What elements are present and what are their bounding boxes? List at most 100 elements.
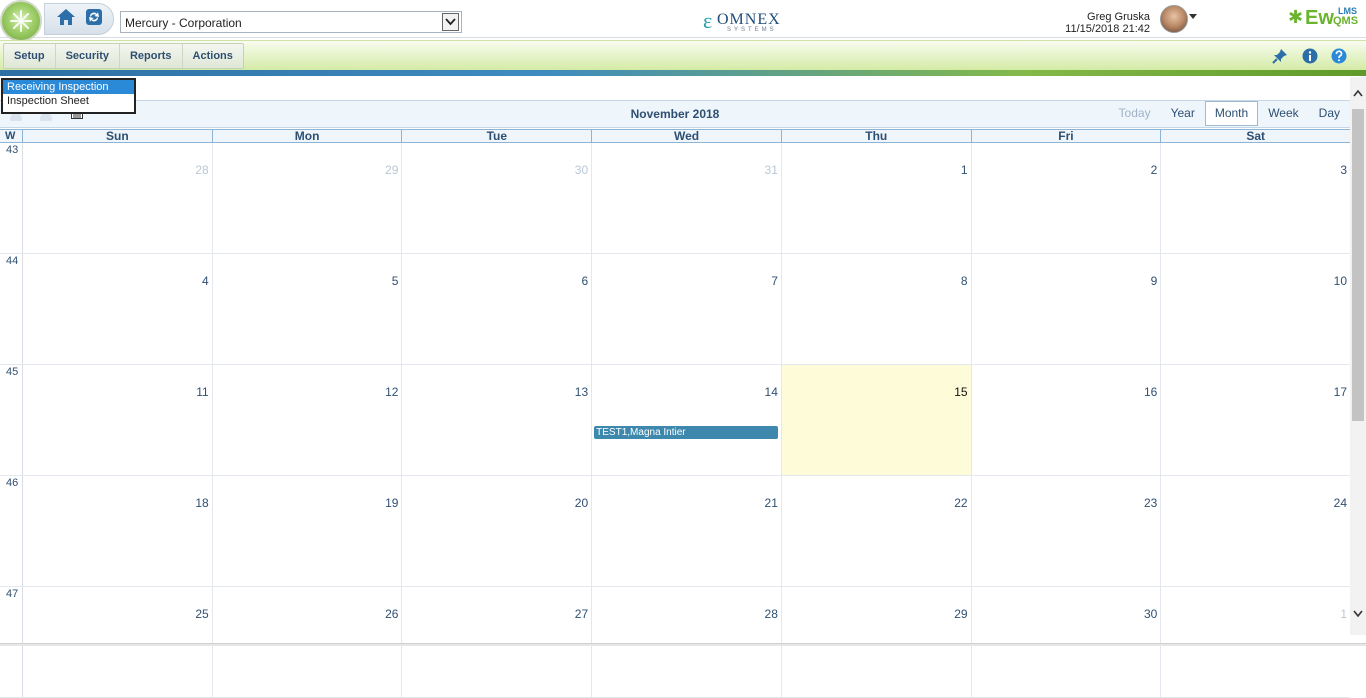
menu-reports[interactable]: Reports — [120, 44, 183, 68]
calendar-day-cell[interactable]: 24 — [1161, 476, 1350, 586]
day-number[interactable]: 17 — [1334, 385, 1347, 399]
calendar-day-cell[interactable]: 25 — [23, 587, 213, 697]
calendar-day-cell[interactable]: 12 — [213, 365, 403, 475]
inspection-type-dropdown-list[interactable]: Receiving Inspection Inspection Sheet — [1, 78, 136, 114]
menu-security[interactable]: Security — [56, 44, 120, 68]
day-number[interactable]: 13 — [575, 385, 588, 399]
day-number[interactable]: 24 — [1334, 496, 1347, 510]
calendar-day-cell[interactable]: 19 — [213, 476, 403, 586]
day-number[interactable]: 29 — [954, 607, 967, 621]
view-day-button[interactable]: Day — [1309, 101, 1350, 126]
calendar-day-cell[interactable]: 10 — [1161, 254, 1350, 364]
chevron-down-icon[interactable] — [442, 13, 459, 31]
calendar-day-cell[interactable]: 11 — [23, 365, 213, 475]
prev-month-icon[interactable] — [10, 113, 22, 121]
calendar-day-cell[interactable]: 20 — [402, 476, 593, 586]
day-number[interactable]: 29 — [385, 163, 398, 177]
organization-select[interactable]: Mercury - Corporation — [120, 11, 462, 33]
day-number[interactable]: 23 — [1144, 496, 1157, 510]
calendar-day-cell[interactable]: 1 — [782, 143, 972, 253]
info-icon[interactable] — [1302, 48, 1318, 64]
day-number[interactable]: 27 — [575, 607, 588, 621]
calendar-day-cell[interactable]: 16 — [972, 365, 1162, 475]
day-number[interactable]: 2 — [1151, 163, 1158, 177]
calendar-day-cell[interactable]: 22 — [782, 476, 972, 586]
calendar-day-cell[interactable]: 21 — [592, 476, 782, 586]
view-month-button[interactable]: Month — [1204, 101, 1259, 126]
day-number[interactable]: 18 — [195, 496, 208, 510]
avatar[interactable] — [1160, 5, 1188, 33]
day-number[interactable]: 6 — [581, 274, 588, 288]
menu-actions[interactable]: Actions — [183, 44, 243, 68]
calendar-day-cell[interactable]: 2 — [972, 143, 1162, 253]
calendar-day-cell[interactable]: 28 — [23, 143, 213, 253]
menu-setup[interactable]: Setup — [4, 44, 56, 68]
calendar-day-cell[interactable]: 14 TEST1,Magna Intier — [592, 365, 782, 475]
calendar-day-cell[interactable]: 18 — [23, 476, 213, 586]
app-menu-logo-button[interactable] — [0, 0, 42, 42]
day-number[interactable]: 31 — [765, 163, 778, 177]
vertical-scrollbar[interactable] — [1350, 77, 1366, 635]
day-number[interactable]: 14 — [765, 385, 778, 399]
calendar-day-cell-today[interactable]: 15 — [781, 365, 972, 475]
calendar-day-cell[interactable]: 9 — [972, 254, 1162, 364]
day-number[interactable]: 11 — [196, 385, 208, 399]
calendar-day-cell[interactable]: 1 — [1161, 587, 1350, 697]
day-number[interactable]: 15 — [954, 385, 967, 399]
calendar-day-cell[interactable]: 13 — [402, 365, 593, 475]
day-number[interactable]: 30 — [575, 163, 588, 177]
view-week-button[interactable]: Week — [1258, 101, 1308, 126]
calendar-day-cell[interactable]: 17 — [1161, 365, 1350, 475]
calendar-day-cell[interactable]: 30 — [402, 143, 593, 253]
day-number[interactable]: 21 — [765, 496, 778, 510]
day-number[interactable]: 4 — [202, 274, 209, 288]
option-receiving-inspection[interactable]: Receiving Inspection — [3, 80, 134, 94]
day-number[interactable]: 30 — [1144, 607, 1157, 621]
view-year-button[interactable]: Year — [1161, 101, 1205, 126]
calendar-day-cell[interactable]: 31 — [592, 143, 782, 253]
day-number[interactable]: 22 — [954, 496, 967, 510]
scrollbar-thumb[interactable] — [1352, 109, 1364, 421]
calendar-day-cell[interactable]: 5 — [213, 254, 403, 364]
day-number[interactable]: 9 — [1151, 274, 1158, 288]
day-number[interactable]: 26 — [385, 607, 398, 621]
calendar-day-cell[interactable]: 29 — [782, 587, 972, 697]
calendar-day-cell[interactable]: 29 — [213, 143, 403, 253]
caret-down-icon[interactable] — [1189, 14, 1197, 19]
day-number[interactable]: 1 — [961, 163, 968, 177]
day-number[interactable]: 8 — [961, 274, 968, 288]
calendar-day-cell[interactable]: 7 — [592, 254, 782, 364]
calendar-day-cell[interactable]: 26 — [213, 587, 403, 697]
view-today-button[interactable]: Today — [1109, 101, 1161, 126]
day-number[interactable]: 3 — [1340, 163, 1347, 177]
main-menubar: Setup Security Reports Actions — [0, 40, 1366, 70]
pin-icon[interactable] — [1272, 48, 1288, 64]
day-number[interactable]: 25 — [195, 607, 208, 621]
calendar-day-cell[interactable]: 23 — [972, 476, 1162, 586]
day-number[interactable]: 19 — [385, 496, 398, 510]
option-inspection-sheet[interactable]: Inspection Sheet — [3, 94, 134, 108]
day-number[interactable]: 28 — [195, 163, 208, 177]
scroll-down-icon[interactable] — [1353, 610, 1363, 618]
calendar-day-cell[interactable]: 3 — [1161, 143, 1350, 253]
day-number[interactable]: 10 — [1334, 274, 1347, 288]
calendar-day-cell[interactable]: 27 — [402, 587, 593, 697]
calendar-day-cell[interactable]: 30 — [972, 587, 1162, 697]
day-number[interactable]: 16 — [1144, 385, 1157, 399]
day-number[interactable]: 12 — [385, 385, 398, 399]
day-number[interactable]: 1 — [1340, 607, 1347, 621]
calendar-event[interactable]: TEST1,Magna Intier — [594, 426, 778, 439]
help-icon[interactable] — [1331, 48, 1347, 64]
calendar-day-cell[interactable]: 8 — [782, 254, 972, 364]
day-number[interactable]: 20 — [575, 496, 588, 510]
calendar-day-cell[interactable]: 28 — [592, 587, 782, 697]
calendar-day-cell[interactable]: 6 — [402, 254, 593, 364]
day-number[interactable]: 7 — [771, 274, 778, 288]
day-number[interactable]: 28 — [765, 607, 778, 621]
scroll-up-icon[interactable] — [1353, 89, 1363, 97]
home-icon[interactable] — [56, 8, 76, 26]
day-number[interactable]: 5 — [392, 274, 399, 288]
refresh-icon[interactable] — [85, 8, 103, 26]
calendar-day-cell[interactable]: 4 — [23, 254, 213, 364]
next-month-icon[interactable] — [40, 113, 52, 121]
